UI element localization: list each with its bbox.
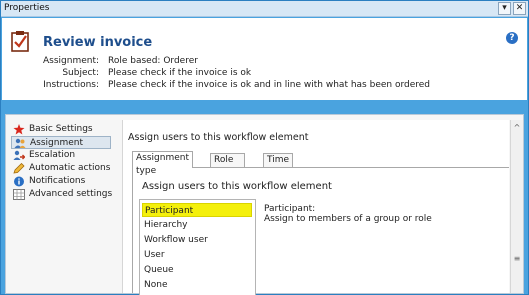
- content-heading: Assign users to this workflow element: [128, 132, 309, 143]
- nav-item-label: Basic Settings: [29, 124, 93, 134]
- window-title: Properties: [4, 3, 50, 13]
- tab-time-limit[interactable]: Time limit: [263, 153, 294, 178]
- tab-role-based[interactable]: Role based: [210, 153, 246, 178]
- list-item-hierarchy[interactable]: Hierarchy: [144, 218, 188, 232]
- assignment-value: Role based: Orderer: [108, 56, 198, 66]
- escalation-icon: [13, 150, 25, 160]
- content-pane: Assign users to this workflow element As…: [122, 120, 509, 295]
- nav-item-label: Escalation: [29, 150, 76, 160]
- nav-item-basic-settings[interactable]: Basic Settings: [11, 123, 119, 136]
- instructions-label: Instructions:: [43, 80, 99, 90]
- nav-item-label: Automatic actions: [29, 163, 111, 173]
- nav-item-assignment[interactable]: Assignment: [11, 136, 111, 149]
- scroll-grip-icon[interactable]: ≡: [513, 255, 521, 263]
- description-text: Assign to members of a group or role: [264, 214, 432, 224]
- properties-window: Properties ▾ ✕ Review invoice ? Assignme…: [0, 0, 529, 295]
- nav-item-escalation[interactable]: Escalation: [11, 149, 119, 162]
- vertical-scrollbar[interactable]: ^ ≡: [510, 120, 523, 293]
- settings-body: Basic Settings Assignment Escalation Aut…: [5, 114, 524, 295]
- nav-item-label: Notifications: [29, 176, 86, 186]
- subject-value: Please check if the invoice is ok: [108, 68, 252, 78]
- assignment-label: Assignment:: [43, 56, 100, 66]
- nav-item-advanced-settings[interactable]: Advanced settings: [11, 188, 119, 201]
- nav-item-label: Assignment: [30, 138, 83, 148]
- subject-label: Subject:: [62, 68, 99, 78]
- list-item-none[interactable]: None: [144, 278, 167, 292]
- info-icon: [14, 176, 24, 187]
- list-item-workflow-user[interactable]: Workflow user: [144, 233, 208, 247]
- instructions-value: Please check if the invoice is ok and in…: [108, 80, 431, 90]
- clipboard-check-icon: [11, 31, 29, 52]
- nav-item-automatic-actions[interactable]: Automatic actions: [11, 162, 119, 175]
- tab-assignment-type[interactable]: Assignment type: [132, 151, 193, 176]
- task-header: Review invoice ? Assignment: Role based:…: [2, 18, 527, 100]
- nav-item-label: Advanced settings: [29, 189, 113, 199]
- help-icon[interactable]: ?: [506, 32, 518, 44]
- nav-item-notifications[interactable]: Notifications: [11, 175, 119, 188]
- pencil-icon: [13, 163, 25, 174]
- red-star-icon: [13, 124, 25, 135]
- page-title: Review invoice: [43, 35, 153, 50]
- assignment-type-panel: Assign users to this workflow element Pa…: [132, 167, 509, 295]
- settings-nav: Basic Settings Assignment Escalation Aut…: [11, 123, 119, 201]
- list-item-user[interactable]: User: [144, 248, 165, 262]
- close-button[interactable]: ✕: [513, 2, 526, 15]
- list-item-queue[interactable]: Queue: [144, 263, 174, 277]
- description-title: Participant:: [264, 204, 316, 214]
- list-item-participant[interactable]: Participant: [142, 203, 252, 217]
- panel-heading: Assign users to this workflow element: [142, 181, 332, 192]
- grid-icon: [13, 189, 25, 200]
- scroll-up-icon[interactable]: ^: [512, 123, 522, 133]
- window-menu-button[interactable]: ▾: [498, 2, 511, 15]
- users-icon: [14, 138, 26, 148]
- assignment-type-list[interactable]: Participant Hierarchy Workflow user User…: [139, 199, 256, 295]
- title-bar: Properties ▾ ✕: [1, 1, 528, 17]
